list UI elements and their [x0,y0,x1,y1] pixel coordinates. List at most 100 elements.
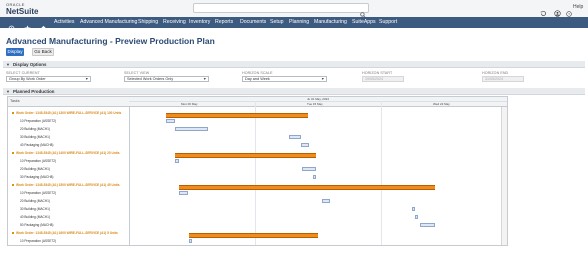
select-current-dropdown[interactable]: Group By Work Order ▼ [6,76,91,82]
operation-row[interactable]: 30 Packaging (MACH8) [8,173,141,181]
row-label-text: 20 Building (MACH1) [20,199,50,203]
timeline-day-label: Tue 15 May [307,101,323,106]
gantt-vertical-scrollbar[interactable] [501,107,507,245]
row-label-text: 20 Building (MACH1) [20,167,50,171]
operation-row[interactable]: 10 Preparation (ASSET2) [8,157,141,165]
horizon-scale-dropdown[interactable]: Day and Week ▼ [242,76,327,82]
work-order-bar[interactable] [166,112,308,118]
operation-bar[interactable] [166,119,175,123]
row-label-text: 40 Building (MACH1) [20,215,50,219]
operation-bar[interactable] [289,135,301,139]
expand-icon[interactable] [12,184,14,186]
work-order-bar[interactable] [189,232,318,238]
operation-row[interactable]: 10 Preparation (ASSET2) [8,189,141,197]
nav-activities[interactable]: Activities [54,19,74,25]
operation-row[interactable]: 30 Building (MACH1) [8,205,141,213]
planned-production-header[interactable]: ▼ Planned Production [3,88,585,95]
nav-shipping[interactable]: Shipping [138,19,158,25]
tasks-column-header: Tasks [8,97,129,107]
nav-setup[interactable]: Setup [270,19,284,25]
main-navigation: Activities Advanced Manufacturing Shippi… [0,17,588,32]
operation-row[interactable]: 10 Preparation (ASSET2) [8,117,141,125]
help-link[interactable]: Help [573,4,583,10]
operation-row[interactable]: 40 Building (MACH1) [8,213,141,221]
chevron-down-icon: ▼ [202,77,207,81]
operation-bar[interactable] [412,207,415,211]
row-label-text: Work Order: 1345-5345 (A1) 1600 WIRE-FUL… [16,231,118,235]
select-view-dropdown[interactable]: Selected Work Orders Only ▼ [124,76,209,82]
horizon-end-label: HORIZON END [482,71,509,75]
work-order-bar[interactable] [179,184,435,190]
expand-icon[interactable] [12,112,14,114]
go-back-button[interactable]: Go Back [32,48,54,56]
operation-bar[interactable] [175,159,179,163]
nav-receiving[interactable]: Receiving [163,19,186,25]
history-icon[interactable] [8,19,15,32]
logo-netsuite-text: NetSuite [6,7,39,16]
nav-manufacturing[interactable]: Manufacturing [314,19,347,25]
operation-bar[interactable] [322,199,330,203]
expand-icon[interactable] [12,152,14,154]
operation-bar[interactable] [420,223,435,227]
favorites-icon[interactable] [24,19,31,32]
row-label-text: 30 Packaging (MACH8) [20,175,54,179]
display-options-header[interactable]: ▼ Display Options [3,61,585,68]
home-icon[interactable] [40,19,47,32]
timeline-header: Ju 01 May, 2024 Mon 06 May Tue 15 May We… [129,97,507,107]
display-options-title: Display Options [13,61,47,67]
operation-bar[interactable] [313,175,316,179]
nav-inventory[interactable]: Inventory [189,19,210,25]
work-order-row[interactable]: Work Order: 1345-5345 (A1) 1300 WIRE-FUL… [8,109,137,117]
operation-row[interactable]: 40 Packaging (MACH8) [8,141,141,149]
operation-row[interactable]: 20 Building (MACH1) [8,197,141,205]
nav-planning[interactable]: Planning [289,19,309,25]
horizon-start-value: 19/05/2024 [365,77,383,81]
row-label-text: Work Order: 1345-5345 (A1) 1400 WIRE-FUL… [16,151,120,155]
operation-row[interactable]: 20 Building (MACH1) [8,165,141,173]
row-label-text: 20 Building (MACH1) [20,127,50,131]
horizon-start-field: 19/05/2024 [362,76,404,82]
expand-icon[interactable] [12,232,14,234]
work-order-row[interactable]: Work Order: 1345-5345 (A1) 1500 WIRE-FUL… [8,181,137,189]
operation-bar[interactable] [302,167,316,171]
operation-bar[interactable] [301,143,309,147]
collapse-triangle-icon[interactable]: ▼ [6,89,10,94]
top-header: ORACLE NetSuite ? Help [0,0,588,18]
operation-row[interactable]: 10 Preparation (ASSET2) [8,237,141,245]
global-search[interactable] [193,3,369,18]
timeline-day-label: Wed 22 May [433,101,450,106]
row-label-text: Work Order: 1345-5345 (A1) 1500 WIRE-FUL… [16,183,120,187]
select-view-value: Selected Work Orders Only [127,77,174,81]
row-label-text: 10 Preparation (ASSET2) [20,119,57,123]
search-input[interactable] [197,4,357,12]
work-order-row[interactable]: Work Order: 1345-5345 (A1) 1600 WIRE-FUL… [8,229,137,237]
operation-bar[interactable] [189,239,192,243]
row-label-text: 30 Building (MACH1) [20,135,50,139]
row-label-text: 30 Building (MACH1) [20,207,50,211]
nav-documents[interactable]: Documents [240,19,266,25]
select-current-label: SELECT CURRENT [6,71,40,75]
horizon-scale-value: Day and Week [245,77,270,81]
nav-suiteapps[interactable]: SuiteApps [352,19,376,25]
operation-bar[interactable] [175,127,208,131]
svg-text:?: ? [568,12,570,16]
operation-row[interactable]: 30 Building (MACH1) [8,133,141,141]
tasks-header-label: Tasks [10,99,20,103]
page-title: Advanced Manufacturing - Preview Product… [6,36,215,46]
nav-advanced-manufacturing[interactable]: Advanced Manufacturing [80,19,137,25]
netsuite-logo[interactable]: ORACLE NetSuite [6,2,39,16]
display-button[interactable]: Display [6,48,24,56]
operation-bar[interactable] [415,215,418,219]
task-column: Tasks Work Order: 1345-5345 (A1) 1300 WI… [8,97,130,245]
work-order-bar[interactable] [175,152,316,158]
operation-row[interactable]: 50 Packaging (MACH8) [8,221,141,229]
nav-support[interactable]: Support [379,19,397,25]
horizon-start-label: HORIZON START [362,71,393,75]
row-label-text: 50 Packaging (MACH8) [20,223,54,227]
nav-reports[interactable]: Reports [215,19,233,25]
operation-bar[interactable] [179,191,188,195]
operation-row[interactable]: 20 Building (MACH1) [8,125,141,133]
collapse-triangle-icon[interactable]: ▼ [6,62,10,67]
chevron-down-icon: ▼ [320,77,325,81]
work-order-row[interactable]: Work Order: 1345-5345 (A1) 1400 WIRE-FUL… [8,149,137,157]
